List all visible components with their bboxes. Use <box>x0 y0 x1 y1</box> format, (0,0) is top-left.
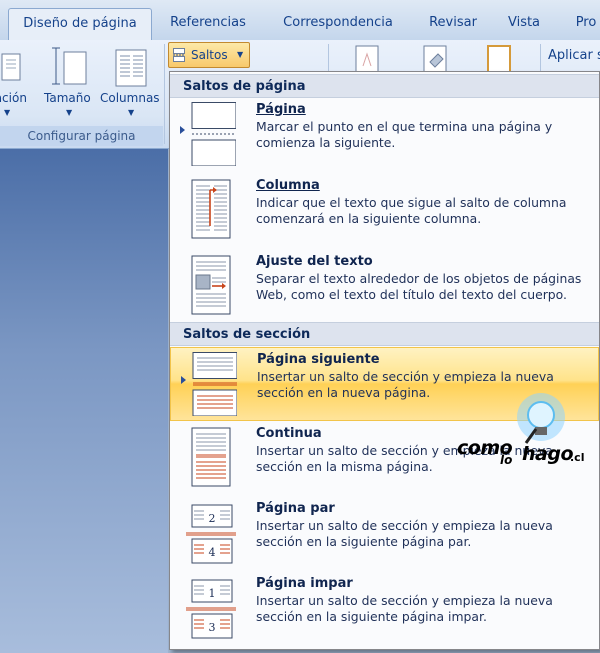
menu-item-pagina[interactable]: Página Marcar el punto en el que termina… <box>170 98 599 172</box>
menu-item-title: Ajuste del texto <box>256 254 373 269</box>
menu-item-pagina-impar[interactable]: 1 3 Página impar Insertar un salto de se… <box>170 572 599 646</box>
columns-icon <box>115 49 147 87</box>
aplicar-estilo-button[interactable]: Aplicar s <box>548 48 600 63</box>
page-borders-icon[interactable] <box>482 44 522 74</box>
page-break-icon <box>191 102 236 166</box>
logo-text: hago <box>522 443 574 465</box>
group-label-configurar-pagina: Configurar página <box>0 126 163 146</box>
section-header-saltos-de-seccion: Saltos de sección <box>170 322 599 346</box>
menu-item-description: Indicar que el texto que sigue al salto … <box>256 195 567 226</box>
menu-item-title: Página impar <box>256 576 353 591</box>
tamano-label: Tamaño <box>44 91 91 105</box>
svg-text:4: 4 <box>209 546 216 559</box>
comolohago-watermark-logo: como lo hago .cl <box>454 389 594 479</box>
tab-correspondencia[interactable]: Correspondencia <box>268 8 408 38</box>
orientation-icon <box>1 53 21 81</box>
saltos-button[interactable]: Saltos ▼ <box>168 42 250 68</box>
tab-diseno-de-pagina[interactable]: Diseño de página <box>8 8 152 41</box>
svg-text:2: 2 <box>209 512 216 525</box>
breaks-icon <box>173 48 185 62</box>
logo-text: .cl <box>570 451 585 464</box>
ribbon-tab-bar: Diseño de página Referencias Corresponde… <box>0 0 600 41</box>
text-wrapping-break-icon <box>191 255 231 315</box>
tab-referencias[interactable]: Referencias <box>158 8 258 38</box>
even-page-section-break-icon: 2 4 <box>186 504 236 564</box>
menu-item-ajuste-del-texto[interactable]: Ajuste del texto Separar el texto alrede… <box>170 250 599 324</box>
menu-item-title: Página <box>256 102 306 117</box>
saltos-label: Saltos <box>191 48 228 62</box>
chevron-down-icon: ▼ <box>237 50 244 59</box>
page-size-icon <box>52 47 87 85</box>
columnas-label: Columnas <box>100 91 160 105</box>
menu-item-title: Página par <box>256 501 335 516</box>
section-header-saltos-de-pagina: Saltos de página <box>170 74 599 98</box>
menu-item-title: Continua <box>256 426 322 441</box>
menu-item-description: Insertar un salto de sección y empieza l… <box>256 593 553 624</box>
svg-text:3: 3 <box>209 621 216 634</box>
odd-page-section-break-icon: 1 3 <box>186 579 236 639</box>
menu-item-title: Columna <box>256 178 320 193</box>
menu-item-title: Página siguiente <box>257 352 380 367</box>
menu-item-description: Separar el texto alrededor de los objeto… <box>256 271 582 302</box>
logo-text: lo <box>500 453 513 467</box>
menu-item-columna[interactable]: Columna Indicar que el texto que sigue a… <box>170 174 599 248</box>
svg-text:1: 1 <box>209 587 216 600</box>
menu-item-pagina-par[interactable]: 2 4 Página par Insertar un salto de secc… <box>170 497 599 571</box>
page-color-icon[interactable] <box>418 44 458 74</box>
document-area <box>0 149 168 653</box>
orientacion-label: tación <box>0 91 27 105</box>
next-page-section-break-icon <box>192 352 237 416</box>
ribbon-separator <box>164 44 165 144</box>
continuous-section-break-icon <box>191 427 231 487</box>
tab-revisar[interactable]: Revisar <box>418 8 488 38</box>
column-break-icon <box>191 179 231 239</box>
saltos-dropdown-menu: Saltos de página Página Marcar el punto … <box>169 71 600 650</box>
watermark-ribbon-icon[interactable] <box>350 44 390 74</box>
tab-vista[interactable]: Vista <box>496 8 552 38</box>
tab-programador[interactable]: Pro <box>566 8 600 38</box>
menu-item-description: Marcar el punto en el que termina una pá… <box>256 119 553 150</box>
menu-item-description: Insertar un salto de sección y empieza l… <box>256 518 553 549</box>
